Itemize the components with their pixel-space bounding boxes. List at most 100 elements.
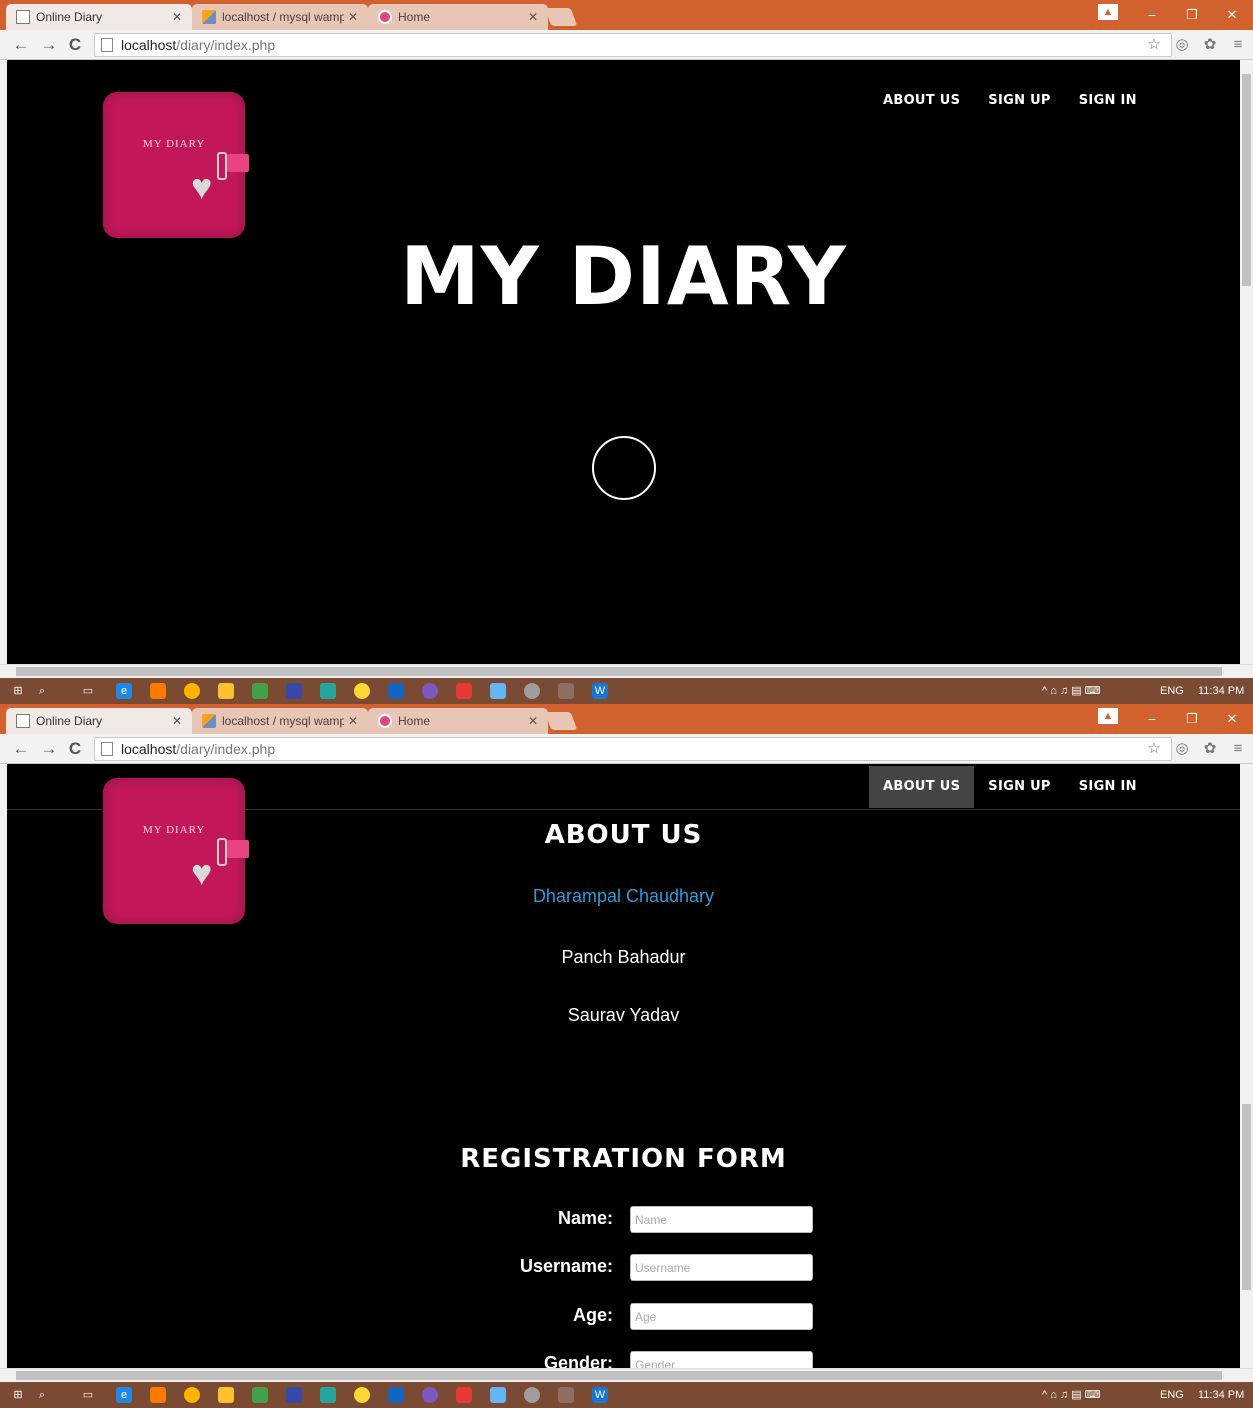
task-view-icon[interactable]: ▭: [80, 1387, 96, 1403]
extension-puzzle-icon[interactable]: ✿: [1200, 739, 1220, 759]
language-indicator[interactable]: ENG: [1160, 678, 1184, 704]
clock[interactable]: 11:34 PM: [1198, 678, 1244, 704]
minimize-button[interactable]: –: [1132, 0, 1172, 30]
username-input[interactable]: [630, 1254, 813, 1281]
scroll-down-circle[interactable]: [592, 436, 656, 500]
star-icon[interactable]: ☆: [1144, 35, 1164, 55]
app-icon[interactable]: [252, 683, 268, 699]
tab-home[interactable]: Home ✕: [368, 708, 548, 734]
folder-icon[interactable]: [218, 683, 234, 699]
app-icon[interactable]: [388, 683, 404, 699]
edge-icon[interactable]: e: [116, 683, 132, 699]
menu-icon[interactable]: ≡: [1228, 739, 1248, 759]
search-icon[interactable]: ⌕: [34, 683, 50, 699]
app-icon[interactable]: [490, 683, 506, 699]
edge-icon[interactable]: e: [116, 1387, 132, 1403]
app-icon[interactable]: [286, 1387, 302, 1403]
app-icon[interactable]: [422, 1387, 438, 1403]
app-icon[interactable]: [422, 683, 438, 699]
folder-icon[interactable]: [218, 1387, 234, 1403]
app-icon[interactable]: [320, 1387, 336, 1403]
tray-icons[interactable]: ^ ⌂ ♫ ▤ ⌨: [1042, 678, 1101, 704]
language-indicator[interactable]: ENG: [1160, 1382, 1184, 1408]
app-icon[interactable]: [184, 683, 200, 699]
age-input[interactable]: [630, 1303, 813, 1330]
close-window-button[interactable]: ✕: [1212, 0, 1252, 30]
address-bar[interactable]: localhost/diary/index.php: [94, 737, 1172, 761]
app-icon[interactable]: [388, 1387, 404, 1403]
nav-sign-in[interactable]: SIGN IN: [1065, 80, 1151, 122]
close-icon[interactable]: ✕: [168, 714, 186, 728]
app-icon[interactable]: [150, 683, 166, 699]
minimize-button[interactable]: –: [1132, 704, 1172, 734]
scrollbar-thumb[interactable]: [16, 667, 1222, 676]
forward-icon[interactable]: →: [38, 738, 60, 760]
app-icon[interactable]: [490, 1387, 506, 1403]
new-tab-button[interactable]: [544, 712, 578, 730]
search-icon[interactable]: ⌕: [34, 1387, 50, 1403]
app-icon[interactable]: [524, 1387, 540, 1403]
close-icon[interactable]: ✕: [344, 714, 362, 728]
reload-icon[interactable]: C: [64, 34, 86, 56]
app-icon[interactable]: [558, 1387, 574, 1403]
gender-input[interactable]: [630, 1351, 813, 1368]
horizontal-scrollbar[interactable]: [0, 664, 1253, 678]
name-input[interactable]: [630, 1206, 813, 1233]
app-icon[interactable]: [456, 683, 472, 699]
profile-icon[interactable]: ▲: [1098, 4, 1118, 20]
app-icon[interactable]: [184, 1387, 200, 1403]
clock[interactable]: 11:34 PM: [1198, 1382, 1244, 1408]
app-icon[interactable]: [150, 1387, 166, 1403]
scrollbar-thumb[interactable]: [1242, 74, 1251, 286]
vertical-scrollbar[interactable]: [1240, 764, 1253, 1368]
menu-icon[interactable]: ≡: [1228, 35, 1248, 55]
member-link[interactable]: Dharampal Chaudhary: [7, 886, 1240, 907]
extension-icon[interactable]: ◎: [1172, 35, 1192, 55]
scrollbar-thumb[interactable]: [16, 1371, 1222, 1380]
chrome-icon[interactable]: [354, 1387, 370, 1403]
app-icon[interactable]: [252, 1387, 268, 1403]
star-icon[interactable]: ☆: [1144, 739, 1164, 759]
restore-button[interactable]: ❐: [1172, 704, 1212, 734]
nav-about-us[interactable]: ABOUT US: [869, 80, 974, 122]
windows-start-icon[interactable]: ⊞: [10, 683, 26, 699]
new-tab-button[interactable]: [544, 8, 578, 26]
close-icon[interactable]: ✕: [344, 10, 362, 24]
word-icon[interactable]: W: [592, 683, 608, 699]
reload-icon[interactable]: C: [64, 738, 86, 760]
extension-icon[interactable]: ◎: [1172, 739, 1192, 759]
nav-sign-in[interactable]: SIGN IN: [1065, 766, 1151, 808]
app-icon[interactable]: [456, 1387, 472, 1403]
tray-icons[interactable]: ^ ⌂ ♫ ▤ ⌨: [1042, 1382, 1101, 1408]
nav-sign-up[interactable]: SIGN UP: [974, 766, 1064, 808]
tab-phpmyadmin[interactable]: localhost / mysql wampse ✕: [192, 708, 368, 734]
diary-logo[interactable]: MY DIARY ♥: [103, 92, 249, 238]
nav-sign-up[interactable]: SIGN UP: [974, 80, 1064, 122]
tab-phpmyadmin[interactable]: localhost / mysql wampse ✕: [192, 4, 368, 30]
tab-home[interactable]: Home ✕: [368, 4, 548, 30]
app-icon[interactable]: [524, 683, 540, 699]
address-bar[interactable]: localhost/diary/index.php: [94, 33, 1172, 57]
scrollbar-thumb[interactable]: [1242, 1104, 1251, 1290]
close-window-button[interactable]: ✕: [1212, 704, 1252, 734]
word-icon[interactable]: W: [592, 1387, 608, 1403]
close-icon[interactable]: ✕: [524, 10, 542, 24]
profile-icon[interactable]: ▲: [1098, 708, 1118, 724]
horizontal-scrollbar[interactable]: [0, 1368, 1253, 1382]
close-icon[interactable]: ✕: [524, 714, 542, 728]
vertical-scrollbar[interactable]: [1240, 60, 1253, 664]
back-icon[interactable]: ←: [10, 34, 32, 56]
windows-start-icon[interactable]: ⊞: [10, 1387, 26, 1403]
app-icon[interactable]: [558, 683, 574, 699]
tab-online-diary[interactable]: Online Diary ✕: [6, 4, 192, 30]
close-icon[interactable]: ✕: [168, 10, 186, 24]
extension-puzzle-icon[interactable]: ✿: [1200, 35, 1220, 55]
restore-button[interactable]: ❐: [1172, 0, 1212, 30]
back-icon[interactable]: ←: [10, 738, 32, 760]
chrome-icon[interactable]: [354, 683, 370, 699]
forward-icon[interactable]: →: [38, 34, 60, 56]
tab-online-diary[interactable]: Online Diary ✕: [6, 708, 192, 734]
task-view-icon[interactable]: ▭: [80, 683, 96, 699]
nav-about-us[interactable]: ABOUT US: [869, 766, 975, 808]
app-icon[interactable]: [286, 683, 302, 699]
